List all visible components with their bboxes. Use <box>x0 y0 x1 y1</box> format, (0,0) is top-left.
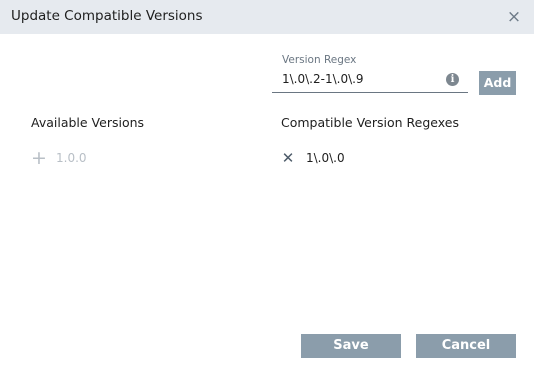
plus-icon[interactable]: + <box>31 149 47 168</box>
remove-icon[interactable]: ✕ <box>281 150 295 166</box>
dialog-titlebar: Update Compatible Versions × <box>0 0 534 34</box>
add-button[interactable]: Add <box>479 71 516 95</box>
available-version-label: 1.0.0 <box>56 151 87 165</box>
info-icon[interactable]: i <box>446 73 459 86</box>
dialog-title: Update Compatible Versions <box>11 8 203 24</box>
cancel-button[interactable]: Cancel <box>416 334 516 358</box>
version-regex-value[interactable]: 1\.0\.2-1\.0\.9 <box>282 72 364 86</box>
available-versions-header: Available Versions <box>31 115 145 130</box>
compatible-regexes-header: Compatible Version Regexes <box>281 115 459 130</box>
close-icon[interactable]: × <box>505 8 523 26</box>
compatible-regex-label: 1\.0\.0 <box>306 151 345 165</box>
version-regex-input[interactable]: 1\.0\.2-1\.0\.9 i <box>272 69 468 93</box>
save-button[interactable]: Save <box>301 334 401 358</box>
version-regex-label: Version Regex <box>282 54 357 66</box>
